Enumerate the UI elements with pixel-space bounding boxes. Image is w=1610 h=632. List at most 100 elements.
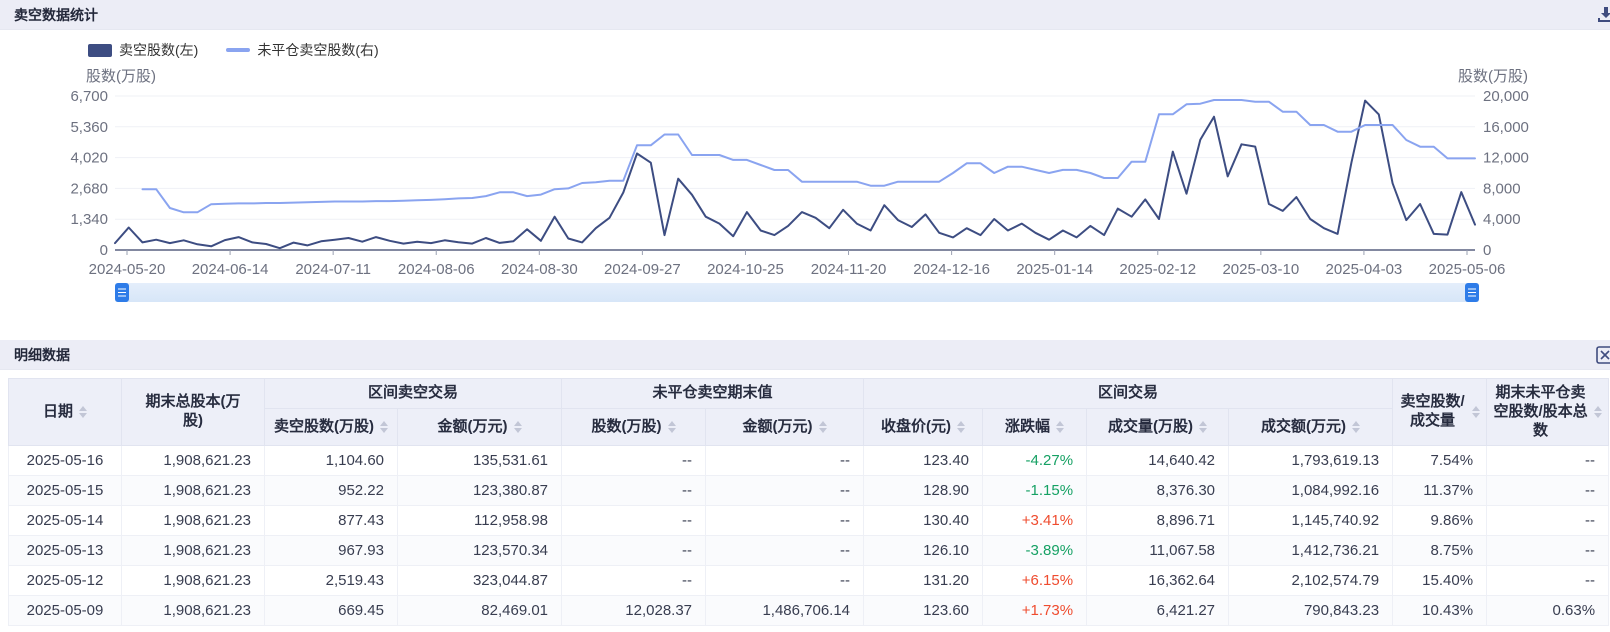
column-header-label: 期末未平仓卖空股数/股本总数 (1493, 384, 1588, 440)
column-header-amt[interactable]: 成交额(万元) (1229, 409, 1393, 446)
sort-icon[interactable] (380, 421, 388, 433)
right-axis-tick: 12,000 (1483, 150, 1529, 167)
column-header-close[interactable]: 收盘价(元) (864, 409, 983, 446)
left-axis-title: 股数(万股) (86, 68, 156, 85)
table-section-title: 明细数据 (14, 345, 70, 365)
sort-icon[interactable] (957, 421, 965, 433)
column-header-total_share: 期末总股本(万股) (122, 379, 265, 446)
column-header-label: 金额(万元) (438, 418, 508, 437)
cell-ss_amount: 323,044.87 (398, 566, 562, 596)
column-header-chg[interactable]: 涨跌幅 (983, 409, 1087, 446)
cell-date: 2025-05-09 (9, 596, 122, 626)
x-tick-label: 2024-08-06 (398, 261, 475, 278)
legend-item-open-short-shares[interactable]: 未平仓卖空股数(右) (226, 40, 378, 60)
series-line-short-shares (115, 101, 1475, 249)
column-header-label: 卖空股数(万股) (274, 418, 374, 437)
cell-vol: 14,640.42 (1087, 446, 1229, 476)
cell-amt: 1,084,992.16 (1229, 476, 1393, 506)
sort-icon[interactable] (1472, 406, 1480, 418)
sort-icon[interactable] (514, 421, 522, 433)
cell-ss_shares: 2,519.43 (265, 566, 398, 596)
cell-open_amount: -- (706, 476, 864, 506)
sort-icon[interactable] (1056, 421, 1064, 433)
cell-vol: 11,067.58 (1087, 536, 1229, 566)
column-header-ratio[interactable]: 卖空股数/成交量 (1393, 379, 1487, 446)
table-row[interactable]: 2025-05-131,908,621.23967.93123,570.34--… (9, 536, 1609, 566)
cell-total_share: 1,908,621.23 (122, 506, 265, 536)
chart-section-header: 卖空数据统计 (0, 0, 1610, 30)
slider-left-handle[interactable] (115, 283, 129, 302)
column-header-label: 收盘价(元) (881, 418, 951, 437)
table-row[interactable]: 2025-05-161,908,621.231,104.60135,531.61… (9, 446, 1609, 476)
column-header-open_amount[interactable]: 金额(万元) (706, 409, 864, 446)
sort-icon[interactable] (819, 421, 827, 433)
download-icon[interactable] (1595, 6, 1610, 24)
cell-open_amount: -- (706, 506, 864, 536)
table-row[interactable]: 2025-05-121,908,621.232,519.43323,044.87… (9, 566, 1609, 596)
cell-open_ratio: -- (1487, 446, 1609, 476)
slider-right-handle[interactable] (1465, 283, 1479, 302)
sort-icon[interactable] (1199, 421, 1207, 433)
cell-open_shares: -- (562, 566, 706, 596)
legend-label: 未平仓卖空股数(右) (257, 40, 378, 60)
sort-icon[interactable] (668, 421, 676, 433)
chart-range-slider[interactable] (115, 283, 1479, 302)
cell-ss_shares: 952.22 (265, 476, 398, 506)
cell-open_ratio: 0.63% (1487, 596, 1609, 626)
cell-ss_shares: 669.45 (265, 596, 398, 626)
cell-open_amount: -- (706, 566, 864, 596)
column-header-open_shares[interactable]: 股数(万股) (562, 409, 706, 446)
column-header-vol[interactable]: 成交量(万股) (1087, 409, 1229, 446)
cell-total_share: 1,908,621.23 (122, 536, 265, 566)
chart-canvas[interactable]: 6,70020,0005,36016,0004,02012,0002,6808,… (0, 60, 1610, 281)
x-tick-label: 2024-08-30 (501, 261, 578, 278)
cell-open_ratio: -- (1487, 536, 1609, 566)
column-header-open_ratio[interactable]: 期末未平仓卖空股数/股本总数 (1487, 379, 1609, 446)
table-row[interactable]: 2025-05-151,908,621.23952.22123,380.87--… (9, 476, 1609, 506)
cell-date: 2025-05-15 (9, 476, 122, 506)
export-excel-icon[interactable] (1595, 346, 1610, 364)
column-header-label: 期末总股本(万股) (139, 393, 247, 431)
cell-open_ratio: -- (1487, 566, 1609, 596)
cell-ss_shares: 877.43 (265, 506, 398, 536)
cell-date: 2025-05-14 (9, 506, 122, 536)
cell-vol: 8,376.30 (1087, 476, 1229, 506)
column-group-header: 未平仓卖空期末值 (562, 379, 864, 409)
left-axis-tick: 6,700 (70, 88, 108, 105)
x-tick-label: 2025-05-06 (1429, 261, 1506, 278)
column-header-date[interactable]: 日期 (9, 379, 122, 446)
cell-ss_shares: 1,104.60 (265, 446, 398, 476)
cell-open_ratio: -- (1487, 506, 1609, 536)
detail-table-wrap: 日期期末总股本(万股)区间卖空交易未平仓卖空期末值区间交易卖空股数/成交量期末未… (8, 378, 1610, 626)
cell-close: 123.40 (864, 446, 983, 476)
column-header-ss_shares[interactable]: 卖空股数(万股) (265, 409, 398, 446)
sort-icon[interactable] (1352, 421, 1360, 433)
cell-ratio: 15.40% (1393, 566, 1487, 596)
cell-open_shares: 12,028.37 (562, 596, 706, 626)
sort-icon[interactable] (79, 406, 87, 418)
cell-amt: 1,145,740.92 (1229, 506, 1393, 536)
table-row[interactable]: 2025-05-141,908,621.23877.43112,958.98--… (9, 506, 1609, 536)
column-header-label: 金额(万元) (743, 418, 813, 437)
column-header-ss_amount[interactable]: 金额(万元) (398, 409, 562, 446)
cell-open_shares: -- (562, 446, 706, 476)
right-axis-tick: 0 (1483, 242, 1491, 259)
cell-date: 2025-05-13 (9, 536, 122, 566)
cell-open_shares: -- (562, 536, 706, 566)
cell-chg: -3.89% (983, 536, 1087, 566)
x-tick-label: 2024-12-16 (913, 261, 990, 278)
cell-total_share: 1,908,621.23 (122, 476, 265, 506)
table-row[interactable]: 2025-05-091,908,621.23669.4582,469.0112,… (9, 596, 1609, 626)
cell-chg: -1.15% (983, 476, 1087, 506)
x-tick-label: 2025-01-14 (1016, 261, 1093, 278)
sort-icon[interactable] (1594, 406, 1602, 418)
cell-total_share: 1,908,621.23 (122, 446, 265, 476)
cell-chg: -4.27% (983, 446, 1087, 476)
legend-item-short-shares[interactable]: 卖空股数(左) (88, 40, 198, 60)
x-tick-label: 2024-11-20 (811, 261, 887, 278)
cell-amt: 790,843.23 (1229, 596, 1393, 626)
x-tick-label: 2025-03-10 (1222, 261, 1299, 278)
cell-ss_shares: 967.93 (265, 536, 398, 566)
right-axis-title: 股数(万股) (1458, 68, 1528, 85)
cell-close: 131.20 (864, 566, 983, 596)
